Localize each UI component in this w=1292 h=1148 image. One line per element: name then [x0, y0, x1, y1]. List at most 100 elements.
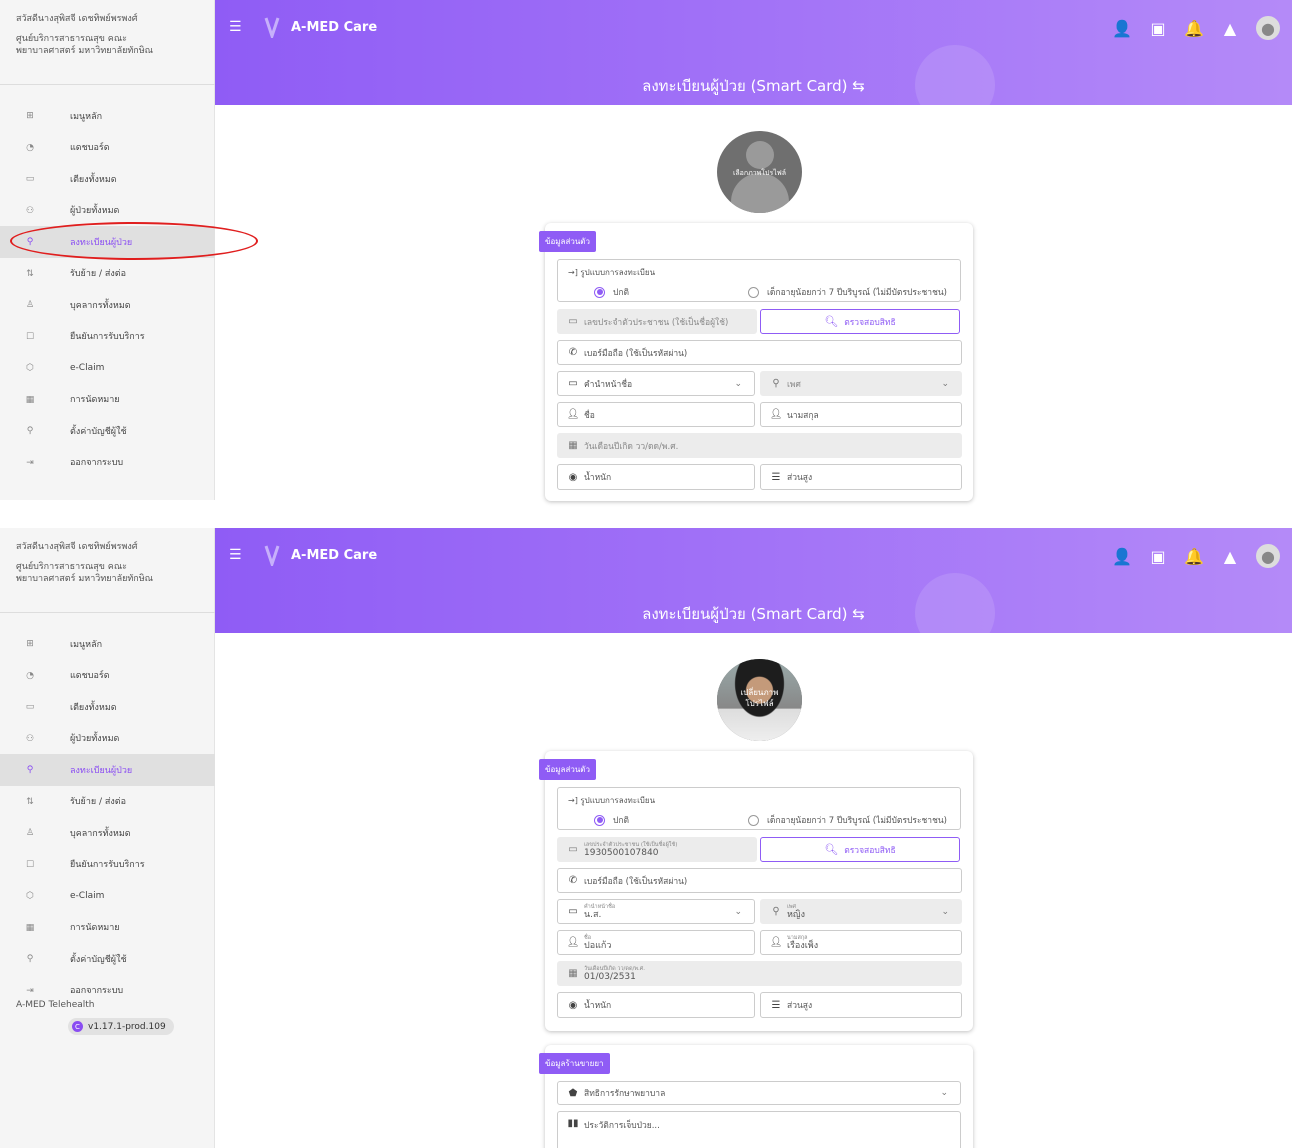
radio-normal[interactable]: ปกติ — [594, 285, 629, 299]
gender-select[interactable]: ⚲ เพศ ⌄ — [760, 371, 962, 396]
sidebar-item-main-menu[interactable]: ⊞ เมนูหลัก — [0, 100, 215, 132]
hamburger-menu-icon[interactable]: ☰ — [229, 547, 242, 563]
sidebar-item-label: ผู้ป่วยทั้งหมด — [70, 734, 120, 745]
user-avatar[interactable]: ● — [1256, 544, 1280, 568]
sidebar-item-transfer[interactable]: ⇅ รับย้าย / ส่งต่อ — [0, 786, 215, 818]
weight-field[interactable]: ◉ น้ำหนัก — [557, 464, 755, 490]
insurance-rights-select[interactable]: ⬟ สิทธิการรักษาพยาบาล ⌄ — [557, 1081, 961, 1105]
sidebar-item-confirm-service[interactable]: ☐ ยืนยันการรับบริการ — [0, 849, 215, 881]
radio-normal[interactable]: ปกติ — [594, 813, 629, 827]
document-icon[interactable]: ▣ — [1148, 546, 1168, 566]
sidebar-item-staff[interactable]: ♙ บุคลากรทั้งหมด — [0, 289, 215, 321]
check-rights-button[interactable]: 🔍︎ ตรวจสอบสิทธิ — [760, 837, 960, 862]
book-icon: ▮▮ — [567, 1118, 579, 1129]
document-icon[interactable]: ▣ — [1148, 18, 1168, 38]
profile-photo-picker[interactable]: เลือกภาพโปรไฟล์ — [717, 131, 802, 213]
sidebar-item-eclaim[interactable]: ⬡ e-Claim — [0, 880, 215, 912]
person-icon: ⚲ — [772, 378, 780, 389]
chevron-down-icon: ⌄ — [941, 906, 949, 917]
sidebar-item-staff[interactable]: ♙ บุคลากรทั้งหมด — [0, 817, 215, 849]
scale-icon: ◉ — [568, 999, 578, 1011]
height-field[interactable]: ☰ ส่วนสูง — [760, 992, 962, 1018]
sidebar-item-logout[interactable]: ⇥ ออกจากระบบ — [0, 447, 215, 479]
illness-history-textarea[interactable]: ▮▮ ประวัติการเจ็บป่วย... — [557, 1111, 961, 1148]
bell-icon[interactable]: 🔔 — [1184, 18, 1204, 38]
sidebar-item-label: ออกจากระบบ — [70, 458, 124, 469]
gender-placeholder: เพศ — [787, 379, 801, 390]
id-card-icon: ▭ — [568, 906, 578, 917]
profile-photo-picker[interactable]: เปลี่ยนภาพ โปรไฟล์ — [717, 659, 802, 741]
radio-label: ปกติ — [613, 288, 630, 298]
dob-field[interactable]: ▦ วันเดือนปีเกิด วว/ดด/พ.ศ. 01/03/2531 — [557, 961, 962, 986]
height-field[interactable]: ☰ ส่วนสูง — [760, 464, 962, 490]
greeting: สวัสดีนางสุพิสจี เดชทิพย์พรพงศ์ — [16, 14, 138, 24]
sidebar-item-label: การนัดหมาย — [70, 923, 120, 934]
sidebar-item-appointments[interactable]: ▦ การนัดหมาย — [0, 384, 215, 416]
prefix-select[interactable]: ▭ คำนำหน้าชื่อ ⌄ — [557, 371, 755, 396]
sidebar-item-register-patient[interactable]: ⚲ ลงทะเบียนผู้ป่วย — [0, 754, 215, 786]
sidebar-item-confirm-service[interactable]: ☐ ยืนยันการรับบริการ — [0, 321, 215, 353]
registration-type-group: →] รูปแบบการลงทะเบียน ปกติ เด็กอายุน้อยก… — [557, 259, 961, 302]
sidebar-item-label: ยืนยันการรับบริการ — [70, 860, 145, 871]
sidebar-item-transfer[interactable]: ⇅ รับย้าย / ส่งต่อ — [0, 258, 215, 290]
edit-icon: ☐ — [25, 859, 35, 870]
person-icon: 👤︎ — [566, 937, 580, 948]
sidebar-item-main-menu[interactable]: ⊞ เมนูหลัก — [0, 628, 215, 660]
person-icon: 👤︎ — [769, 409, 783, 420]
sidebar-item-label: e-Claim — [70, 362, 105, 373]
radio-child[interactable]: เด็กอายุน้อยกว่า 7 ปีบริบูรณ์ (ไม่มีบัตร… — [748, 813, 947, 827]
user-avatar[interactable]: ● — [1256, 16, 1280, 40]
first-name-field[interactable]: 👤︎ ชื่อ ปอแก้ว — [557, 930, 755, 955]
page-title: ลงทะเบียนผู้ป่วย (Smart Card) ⇆ — [642, 605, 865, 623]
phone-icon: ✆ — [568, 875, 578, 886]
weight-field[interactable]: ◉ น้ำหนัก — [557, 992, 755, 1018]
citizen-id-field[interactable]: ▭ เลขประจำตัวประชาชน (ใช้เป็นชื่อผู้ใช้) 1… — [557, 837, 757, 862]
bell-icon[interactable]: 🔔 — [1184, 546, 1204, 566]
radio-checked-icon — [594, 286, 605, 298]
top-actions: 👤 ▣ 🔔 ▲ ● — [1112, 544, 1280, 568]
sidebar-item-patients[interactable]: ⚇ ผู้ป่วยทั้งหมด — [0, 195, 215, 227]
sidebar-item-beds[interactable]: ▭ เตียงทั้งหมด — [0, 691, 215, 723]
phone-field[interactable]: ✆ เบอร์มือถือ (ใช้เป็นรหัสผ่าน) — [557, 340, 962, 365]
sidebar-item-patients[interactable]: ⚇ ผู้ป่วยทั้งหมด — [0, 723, 215, 755]
sidebar-item-beds[interactable]: ▭ เตียงทั้งหมด — [0, 163, 215, 195]
citizen-id-field[interactable]: ▭ เลขประจำตัวประชาชน (ใช้เป็นชื่อผู้ใช้) — [557, 309, 757, 334]
warning-icon[interactable]: ▲ — [1220, 546, 1240, 566]
sidebar-item-dashboard[interactable]: ◔ แดชบอร์ด — [0, 660, 215, 692]
registration-type-title: →] รูปแบบการลงทะเบียน — [568, 268, 656, 277]
gender-select[interactable]: ⚲ เพศ หญิง ⌄ — [760, 899, 962, 924]
dob-field[interactable]: ▦ วันเดือนปีเกิด วว/ดด/พ.ศ. — [557, 433, 962, 458]
first-name-placeholder: ชื่อ — [584, 410, 595, 421]
brand-name: A-MED Care — [291, 548, 378, 563]
illness-history-placeholder: ประวัติการเจ็บป่วย... — [584, 1121, 660, 1131]
pharmacy-info-card: ข้อมูลร้านขายยา ⬟ สิทธิการรักษาพยาบาล ⌄ ▮▮… — [539, 1045, 973, 1148]
sidebar-divider — [0, 84, 215, 85]
prefix-select[interactable]: ▭ คำนำหน้าชื่อ น.ส. ⌄ — [557, 899, 755, 924]
citizen-id-placeholder: เลขประจำตัวประชาชน (ใช้เป็นชื่อผู้ใช้) — [584, 317, 729, 328]
warning-icon[interactable]: ▲ — [1220, 18, 1240, 38]
sidebar-item-appointments[interactable]: ▦ การนัดหมาย — [0, 912, 215, 944]
radio-label: ปกติ — [613, 816, 630, 826]
user-info: สวัสดีนางสุพิสจี เดชทิพย์พรพงศ์ ศูนย์บริ… — [0, 528, 214, 585]
first-name-field[interactable]: 👤︎ ชื่อ — [557, 402, 755, 427]
insurance-rights-placeholder: สิทธิการรักษาพยาบาล — [584, 1089, 666, 1099]
pie-chart-icon: ◔ — [26, 670, 34, 681]
add-user-icon[interactable]: 👤 — [1112, 18, 1132, 38]
hamburger-menu-icon[interactable]: ☰ — [229, 19, 242, 35]
add-user-icon[interactable]: 👤 — [1112, 546, 1132, 566]
sidebar-item-account-settings[interactable]: ⚲ ตั้งค่าบัญชีผู้ใช้ — [0, 943, 215, 975]
user-icon: ⚲ — [26, 426, 34, 436]
last-name-field[interactable]: 👤︎ นามสกุล — [760, 402, 962, 427]
sidebar-item-dashboard[interactable]: ◔ แดชบอร์ด — [0, 132, 215, 164]
last-name-field[interactable]: 👤︎ นามสกุล เรืองเพ็ง — [760, 930, 962, 955]
sidebar-item-eclaim[interactable]: ⬡ e-Claim — [0, 352, 215, 384]
sidebar-item-account-settings[interactable]: ⚲ ตั้งค่าบัญชีผู้ใช้ — [0, 415, 215, 447]
sidebar-item-label: ยืนยันการรับบริการ — [70, 332, 145, 343]
sidebar-item-label: เตียงทั้งหมด — [70, 174, 117, 185]
weight-placeholder: น้ำหนัก — [584, 1001, 612, 1011]
height-placeholder: ส่วนสูง — [787, 473, 813, 483]
phone-field[interactable]: ✆ เบอร์มือถือ (ใช้เป็นรหัสผ่าน) — [557, 868, 962, 893]
radio-child[interactable]: เด็กอายุน้อยกว่า 7 ปีบริบูรณ์ (ไม่มีบัตร… — [748, 285, 947, 299]
check-rights-button[interactable]: 🔍︎ ตรวจสอบสิทธิ — [760, 309, 960, 334]
calendar-icon: ▦ — [568, 440, 578, 451]
